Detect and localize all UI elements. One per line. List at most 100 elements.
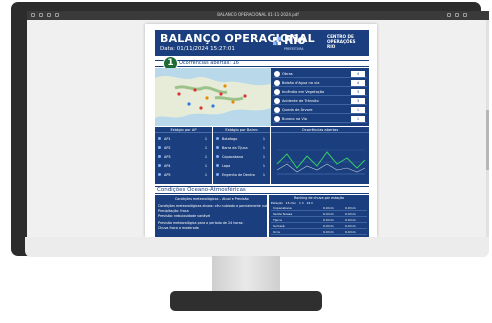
list-item: AP2 1 — [158, 144, 210, 152]
zoom-icon[interactable] — [47, 13, 51, 17]
vertical-scrollbar[interactable] — [486, 20, 489, 237]
stage-dot-icon — [216, 173, 219, 176]
table-row: Urca 0.0mm 0.0mm — [271, 230, 367, 235]
list-item: AP1 1 — [158, 135, 210, 143]
column-header: Estação — [271, 201, 283, 205]
station-name: Copacabana — [273, 206, 292, 210]
sidebar-toggle-icon[interactable] — [31, 13, 35, 17]
occurrence-count: 1 — [351, 116, 365, 122]
stage-by-district-panel: Estágio por Bairro Botafogo 1 Barra da Ti… — [213, 127, 270, 184]
chart-heading: Ocorrências abertas — [271, 127, 369, 133]
conditions-heading: Condições Oceano-Atmosféricas — [157, 187, 246, 193]
line-chart — [276, 149, 366, 175]
occurrence-label: Incêndio em Vegetação — [282, 90, 325, 94]
rio-mark-icon — [273, 37, 282, 46]
scroll-thumb[interactable] — [486, 110, 489, 170]
column-header: 1 h — [298, 201, 304, 205]
table-row: Santa Teresa 0.0mm 0.0mm — [271, 212, 367, 217]
district-label: Botafogo — [222, 137, 238, 141]
occurrences-map — [155, 68, 271, 126]
occurrences-heading: Ocorrências abertas: 16 — [179, 60, 239, 66]
stage-dot-icon — [158, 155, 161, 158]
stage-dot-icon — [216, 164, 219, 167]
district-value: 1 — [262, 146, 265, 150]
rio-logo-sub: PREFEITURA — [284, 47, 304, 51]
pothole-icon — [274, 116, 280, 122]
list-item: Incêndio em Vegetação 3 — [273, 88, 367, 96]
more-options-icon[interactable] — [463, 13, 467, 17]
station-name: Urca — [273, 230, 280, 234]
list-item: Copacabana 1 — [216, 153, 268, 161]
weather-line: Condições meteorológicas atuais: céu nub… — [158, 204, 276, 208]
rain-ranking-panel: Ranking de chuva por estação Estação 15 … — [269, 195, 369, 237]
monitor-chin — [25, 237, 489, 257]
stage-value: 1 — [204, 173, 207, 177]
list-item: Acidente de Trânsito 3 — [273, 97, 367, 105]
table-row: Tijuca 0.0mm 0.0mm — [271, 218, 367, 223]
district-value: 1 — [262, 164, 265, 168]
occurrence-count: 3 — [351, 98, 365, 104]
column-header: 24 h — [306, 201, 314, 205]
stage-by-area-panel: Estágio por AP AP1 1 AP2 1 AP3 1 AP4 1 AP5 1 — [155, 127, 212, 184]
rain-value: 0.0mm — [323, 230, 334, 234]
stage-dot-icon — [158, 146, 161, 149]
station-name: Tijuca — [273, 218, 282, 222]
list-item: Botafogo 1 — [216, 135, 268, 143]
rain-value: 0.0mm — [323, 206, 334, 210]
list-item: Queda de Árvore 1 — [273, 106, 367, 114]
occurrences-line-chart-panel: Ocorrências abertas — [271, 127, 369, 184]
occurrence-label: Obras — [282, 72, 293, 76]
rain-column-headers: Estação 15 min 1 h 24 h — [271, 201, 367, 205]
rain-value: 0.0mm — [323, 218, 334, 222]
rain-value: 0.0mm — [323, 212, 334, 216]
stage-label: AP5 — [164, 173, 171, 177]
viewer-title: BALANCO OPERACIONAL 01-11-2024.pdf — [217, 12, 299, 17]
stage-label: AP4 — [164, 164, 171, 168]
monitor-stand-base — [170, 291, 322, 311]
occurrence-type-list: Obras 4 Bolsão d'água na via 4 Incêndio … — [271, 68, 369, 126]
car-accident-icon — [274, 98, 280, 104]
city-map-image — [155, 68, 271, 126]
list-item: Obras 4 — [273, 70, 367, 78]
occurrence-label: Queda de Árvore — [282, 108, 313, 112]
list-item: Barra da Tijuca 1 — [216, 144, 268, 152]
tree-icon — [274, 107, 280, 113]
list-item: AP3 1 — [158, 153, 210, 161]
stage-value: 1 — [204, 164, 207, 168]
print-icon[interactable] — [447, 13, 451, 17]
list-item: AP4 1 — [158, 162, 210, 170]
stage-dot-icon — [158, 137, 161, 140]
weather-line: Previsão meteorológica para o período de… — [158, 221, 244, 225]
district-panel-heading: Estágio por Bairro — [213, 127, 270, 133]
rain-value: 0.0mm — [345, 230, 356, 234]
stage-dot-icon — [216, 155, 219, 158]
rain-heading: Ranking de chuva por estação — [294, 196, 344, 200]
district-value: 1 — [262, 173, 265, 177]
stage-label: AP3 — [164, 155, 171, 159]
stage-value: 1 — [204, 146, 207, 150]
district-value: 1 — [262, 155, 265, 159]
weather-line: Chuva fraca a moderada — [158, 226, 199, 230]
report-date: Data: 01/11/2024 15:27:01 — [160, 46, 235, 52]
column-header: 15 min — [285, 201, 297, 205]
station-name: Sumaré — [273, 224, 285, 228]
page-nav-icon[interactable] — [39, 13, 43, 17]
list-item: AP5 1 — [158, 171, 210, 179]
district-label: Barra da Tijuca — [222, 146, 248, 150]
search-icon[interactable] — [55, 13, 59, 17]
rain-value: 0.0mm — [345, 212, 356, 216]
stage-value: 1 — [204, 155, 207, 159]
water-icon — [274, 80, 280, 86]
stage-panel-heading: Estágio por AP — [155, 127, 212, 133]
stage-dot-icon — [158, 164, 161, 167]
rain-value: 0.0mm — [345, 206, 356, 210]
download-icon[interactable] — [455, 13, 459, 17]
table-row: Copacabana 0.0mm 0.0mm — [271, 206, 367, 211]
rio-logo-word: Rio — [284, 33, 306, 47]
weather-line: Precipitação: fraca — [158, 209, 189, 213]
district-label: Lapa — [222, 164, 231, 168]
weather-panel: Condições meteorológicas – Atual e Previ… — [155, 195, 275, 237]
occurrence-count: 4 — [351, 80, 365, 86]
center-name: CENTRO DE OPERAÇÕES RIO — [327, 34, 356, 49]
station-name: Santa Teresa — [273, 212, 293, 216]
